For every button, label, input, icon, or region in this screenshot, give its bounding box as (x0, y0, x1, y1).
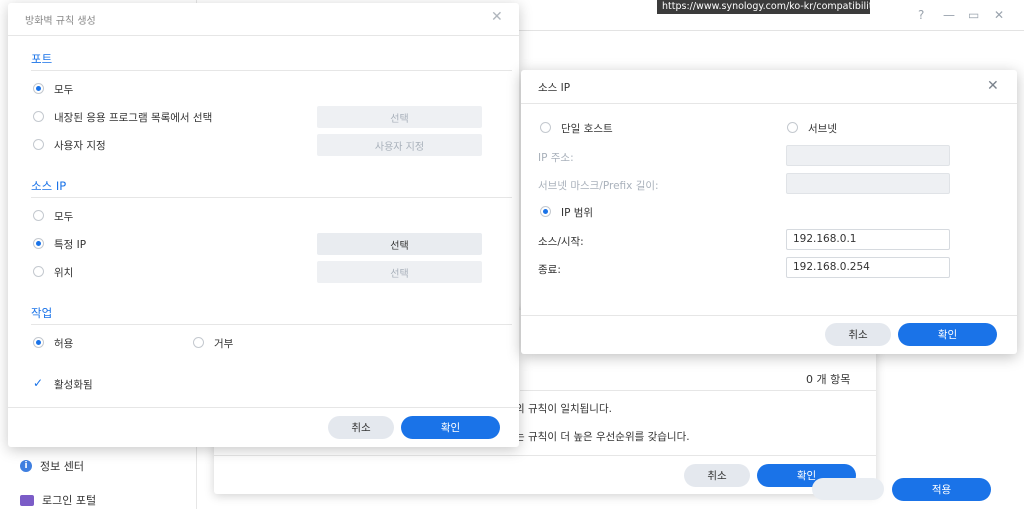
srcip-location-label: 위치 (54, 267, 74, 279)
sidebar-item-label: 정보 센터 (40, 460, 84, 473)
port-section-divider (31, 70, 512, 71)
portal-icon (20, 494, 34, 506)
rules-info-text-2: 는 규칙이 더 높은 우선순위를 갖습니다. (515, 431, 690, 443)
start-ip-field[interactable]: 192.168.0.1 (786, 229, 950, 250)
help-icon[interactable]: ? (918, 8, 924, 22)
source-ip-dialog-close-icon[interactable]: ✕ (987, 78, 999, 94)
action-deny-label: 거부 (214, 338, 234, 350)
action-section-title: 작업 (31, 306, 53, 320)
port-section-title: 포트 (31, 52, 53, 66)
port-builtin-label: 내장된 응용 프로그램 목록에서 선택 (54, 112, 213, 124)
source-ip-section-divider (31, 197, 512, 198)
reset-button-ghost[interactable] (812, 478, 884, 500)
port-custom-label: 사용자 지정 (54, 140, 106, 152)
end-ip-label: 종료: (538, 264, 561, 276)
rules-info-text-1: 의 규칙이 일치됩니다. (515, 403, 612, 415)
ip-cancel-button[interactable]: 취소 (825, 323, 891, 346)
enabled-label: 활성화됨 (54, 379, 93, 391)
rules-cancel-button[interactable]: 취소 (684, 464, 750, 487)
srcip-location-radio[interactable] (33, 266, 44, 277)
ip-range-label: IP 범위 (561, 207, 594, 219)
sidebar-item-info-center[interactable]: i 정보 센터 (20, 456, 84, 476)
subnet-mask-label: 서브넷 마스크/Prefix 길이: (538, 180, 659, 192)
port-custom-button[interactable]: 사용자 지정 (317, 134, 482, 156)
footer-divider (8, 407, 519, 408)
ip-footer-divider (521, 315, 1017, 316)
maximize-icon[interactable]: ▭ (968, 8, 979, 22)
subnet-mask-field[interactable] (786, 173, 950, 194)
port-all-label: 모두 (54, 84, 74, 96)
srcip-specific-radio[interactable] (33, 238, 44, 249)
info-icon: i (20, 460, 32, 472)
single-host-radio[interactable] (540, 122, 551, 133)
ip-range-radio[interactable] (540, 206, 551, 217)
subnet-radio[interactable] (787, 122, 798, 133)
action-section-divider (31, 324, 512, 325)
srcip-location-select-button[interactable]: 선택 (317, 261, 482, 283)
apply-button[interactable]: 적용 (892, 478, 991, 501)
srcip-all-radio[interactable] (33, 210, 44, 221)
rules-divider (520, 390, 876, 391)
port-custom-radio[interactable] (33, 139, 44, 150)
firewall-dialog-title: 방화벽 규칙 생성 (25, 16, 96, 27)
firewall-cancel-button[interactable]: 취소 (328, 416, 394, 439)
firewall-ok-button[interactable]: 확인 (401, 416, 500, 439)
action-allow-label: 허용 (54, 338, 74, 350)
source-ip-section-title: 소스 IP (31, 179, 67, 193)
srcip-specific-label: 특정 IP (54, 239, 87, 251)
close-icon[interactable]: ✕ (994, 8, 1004, 22)
action-allow-radio[interactable] (33, 337, 44, 348)
port-builtin-radio[interactable] (33, 111, 44, 122)
ip-ok-button[interactable]: 확인 (898, 323, 997, 346)
ip-title-divider (521, 103, 1017, 104)
ip-address-field[interactable] (786, 145, 950, 166)
sidebar-item-login-portal[interactable]: 로그인 포털 (20, 490, 96, 510)
url-tooltip: https://www.synology.com/ko-kr/compatibi… (657, 0, 870, 14)
rules-footer-divider (214, 455, 876, 456)
end-ip-field[interactable]: 192.168.0.254 (786, 257, 950, 278)
minimize-icon[interactable]: — (943, 8, 955, 22)
title-divider (8, 35, 519, 36)
item-count: 0 개 항목 (806, 373, 851, 386)
action-deny-radio[interactable] (193, 337, 204, 348)
ip-address-label: IP 주소: (538, 152, 574, 164)
port-all-radio[interactable] (33, 83, 44, 94)
srcip-all-label: 모두 (54, 211, 74, 223)
port-builtin-select-button[interactable]: 선택 (317, 106, 482, 128)
subnet-label: 서브넷 (808, 123, 837, 135)
start-ip-label: 소스/시작: (538, 236, 584, 248)
single-host-label: 단일 호스트 (561, 123, 613, 135)
source-ip-dialog (521, 70, 1017, 354)
sidebar-item-label: 로그인 포털 (42, 494, 97, 507)
firewall-dialog-close-icon[interactable]: ✕ (491, 9, 503, 25)
source-ip-dialog-title: 소스 IP (538, 82, 571, 94)
srcip-specific-select-button[interactable]: 선택 (317, 233, 482, 255)
enabled-checkbox-icon[interactable]: ✓ (33, 377, 45, 389)
